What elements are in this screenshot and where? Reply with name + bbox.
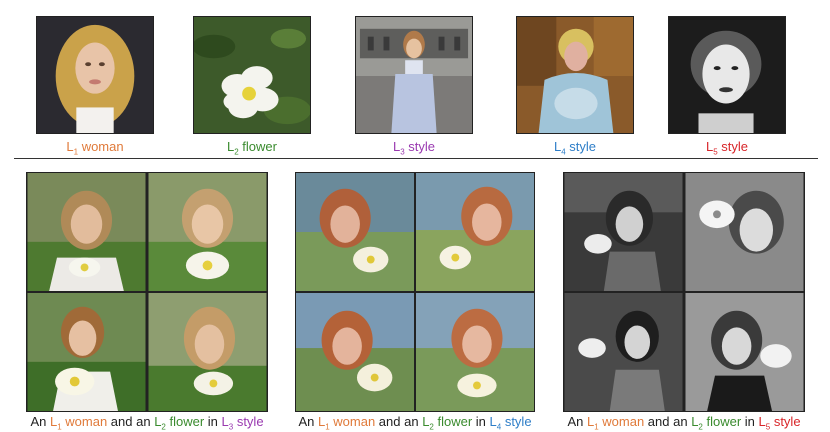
label-l1-woman: L1 woman (66, 139, 124, 157)
reference-image-3d-style (355, 16, 473, 134)
black-white-portrait (669, 17, 785, 133)
caption-l5: An L1 woman and an L2 flower in L5 style (567, 414, 801, 432)
result-image (148, 293, 267, 411)
result-grid-l3 (26, 172, 268, 412)
section-divider (14, 158, 818, 159)
result-image (296, 173, 414, 291)
result-image (27, 293, 146, 411)
result-image (416, 293, 534, 411)
reference-image-flower (193, 16, 311, 134)
result-grid-l5 (563, 172, 805, 412)
caption-l3: An L1 woman and an L2 flower in L3 style (30, 414, 264, 432)
impressionist-painting (517, 17, 633, 133)
label-l4-style: L4 style (553, 139, 597, 157)
result-image (685, 293, 804, 411)
result-image (296, 293, 414, 411)
result-image (685, 173, 804, 291)
result-image (148, 173, 267, 291)
reference-image-bw-style (668, 16, 786, 134)
woman-portrait-photo (37, 17, 153, 133)
white-flower-photo (194, 17, 310, 133)
reference-image-painting-style (516, 16, 634, 134)
result-image (564, 173, 683, 291)
result-image (416, 173, 534, 291)
label-l3-style: L3 style (392, 139, 436, 157)
label-l5-style: L5 style (705, 139, 749, 157)
result-image (564, 293, 683, 411)
result-image (27, 173, 146, 291)
result-grid-l4 (295, 172, 535, 412)
reference-image-woman (36, 16, 154, 134)
caption-l4: An L1 woman and an L2 flower in L4 style (298, 414, 532, 432)
label-l2-flower: L2 flower (227, 139, 277, 157)
3d-render-woman (356, 17, 472, 133)
